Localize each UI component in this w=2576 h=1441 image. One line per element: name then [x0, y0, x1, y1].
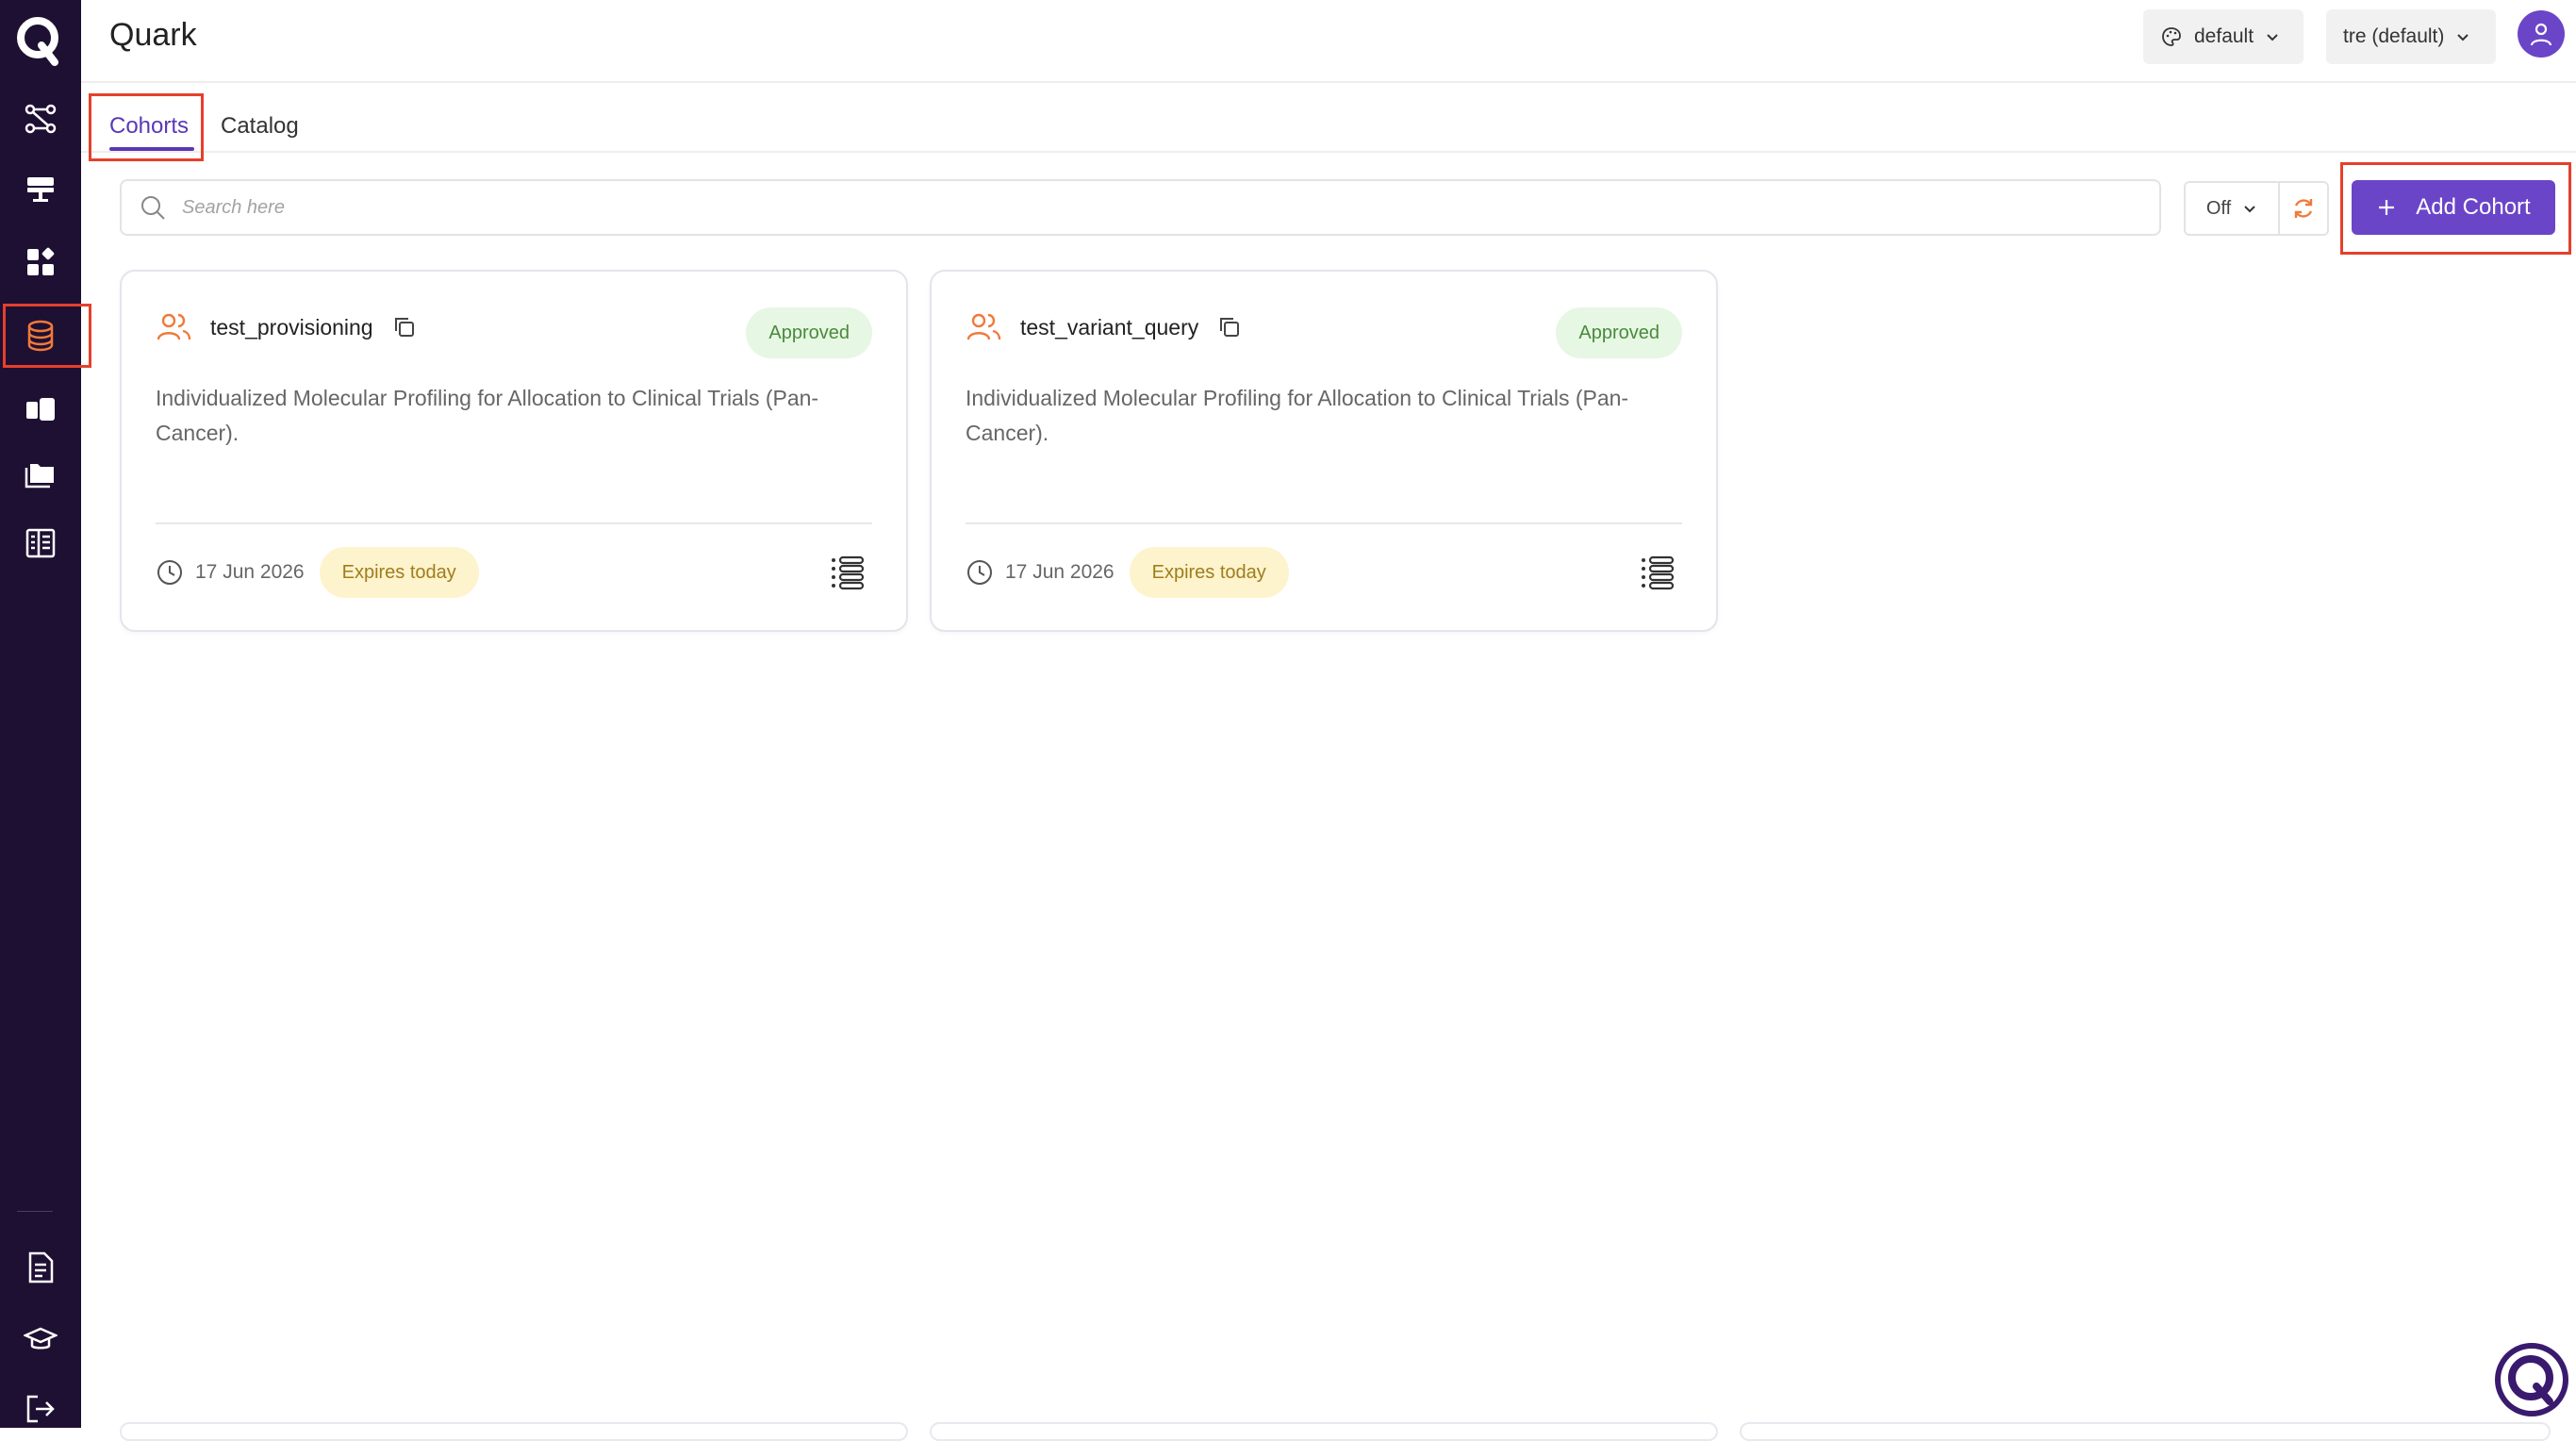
workspace-dropdown[interactable]: tre (default) — [2326, 9, 2496, 64]
status-badge: Approved — [1556, 307, 1682, 358]
server-icon[interactable] — [0, 160, 81, 217]
cohort-description: Individualized Molecular Profiling for A… — [156, 386, 819, 445]
chevron-down-icon — [2267, 34, 2278, 41]
sidebar — [0, 0, 91, 1428]
copy-icon[interactable] — [1217, 315, 1242, 340]
logout-icon[interactable] — [0, 1381, 81, 1437]
list-details-icon[interactable] — [1639, 555, 1676, 592]
chevron-down-icon — [2244, 206, 2255, 213]
status-badge: Approved — [746, 307, 872, 358]
cohorts-tab-highlight — [89, 93, 204, 161]
workspace-label: tre (default) — [2343, 25, 2445, 47]
clock-icon — [967, 560, 992, 585]
quark-logo[interactable] — [13, 9, 64, 68]
refresh-icon — [2294, 199, 2313, 218]
palette-icon — [2162, 27, 2181, 46]
graduation-cap-icon[interactable] — [0, 1311, 81, 1367]
users-icon — [157, 313, 191, 340]
folder-icon[interactable] — [0, 445, 81, 502]
card-divider — [966, 522, 1682, 524]
auto-refresh-control: Off — [2184, 181, 2329, 236]
app-title: Quark — [109, 17, 197, 53]
users-icon — [966, 313, 1001, 340]
expiry-badge: Expires today — [1129, 547, 1289, 598]
cohort-description: Individualized Molecular Profiling for A… — [966, 386, 1629, 445]
theme-dropdown[interactable]: default — [2143, 9, 2304, 64]
search-icon — [141, 196, 165, 220]
help-chat-button[interactable] — [2495, 1343, 2568, 1416]
database-highlight — [3, 304, 91, 368]
quark-help-icon — [2501, 1349, 2563, 1411]
cohort-card-partial — [120, 1422, 908, 1441]
cohort-date: 17 Jun 2026 — [1005, 561, 1115, 583]
card-divider — [156, 522, 872, 524]
copy-icon[interactable] — [392, 315, 417, 340]
cohort-name: test_variant_query — [1020, 314, 1199, 340]
refresh-interval-label: Off — [2205, 197, 2232, 219]
expiry-badge: Expires today — [319, 547, 479, 598]
cards-icon[interactable] — [0, 381, 81, 438]
tab-catalog[interactable]: Catalog — [221, 113, 299, 140]
search-bar — [120, 179, 2161, 236]
cohort-card-partial — [1740, 1422, 2551, 1441]
list-details-icon[interactable] — [829, 555, 867, 592]
workflow-icon[interactable] — [0, 91, 81, 147]
add-cohort-highlight — [2340, 162, 2571, 255]
clock-icon — [157, 560, 182, 585]
cohort-card-partial — [930, 1422, 1718, 1441]
cohort-card[interactable]: test_provisioning Approved Individualize… — [120, 270, 908, 632]
chevron-down-icon — [2457, 34, 2469, 41]
refresh-button[interactable] — [2280, 183, 2327, 234]
cohort-name: test_provisioning — [210, 314, 373, 340]
theme-label: default — [2194, 25, 2254, 47]
sidebar-divider — [17, 1211, 53, 1212]
cohort-date: 17 Jun 2026 — [195, 561, 305, 583]
user-avatar[interactable] — [2518, 10, 2565, 58]
cohort-card[interactable]: test_variant_query Approved Individualiz… — [930, 270, 1718, 632]
refresh-interval-dropdown[interactable]: Off — [2186, 183, 2280, 234]
user-icon — [2530, 23, 2552, 46]
top-header: Quark default tre (default) — [81, 0, 2576, 83]
search-input[interactable] — [182, 196, 2068, 219]
apps-icon[interactable] — [0, 234, 81, 290]
table-icon[interactable] — [0, 515, 81, 571]
document-icon[interactable] — [0, 1239, 81, 1296]
tab-bar: Cohorts Catalog — [81, 83, 2576, 153]
